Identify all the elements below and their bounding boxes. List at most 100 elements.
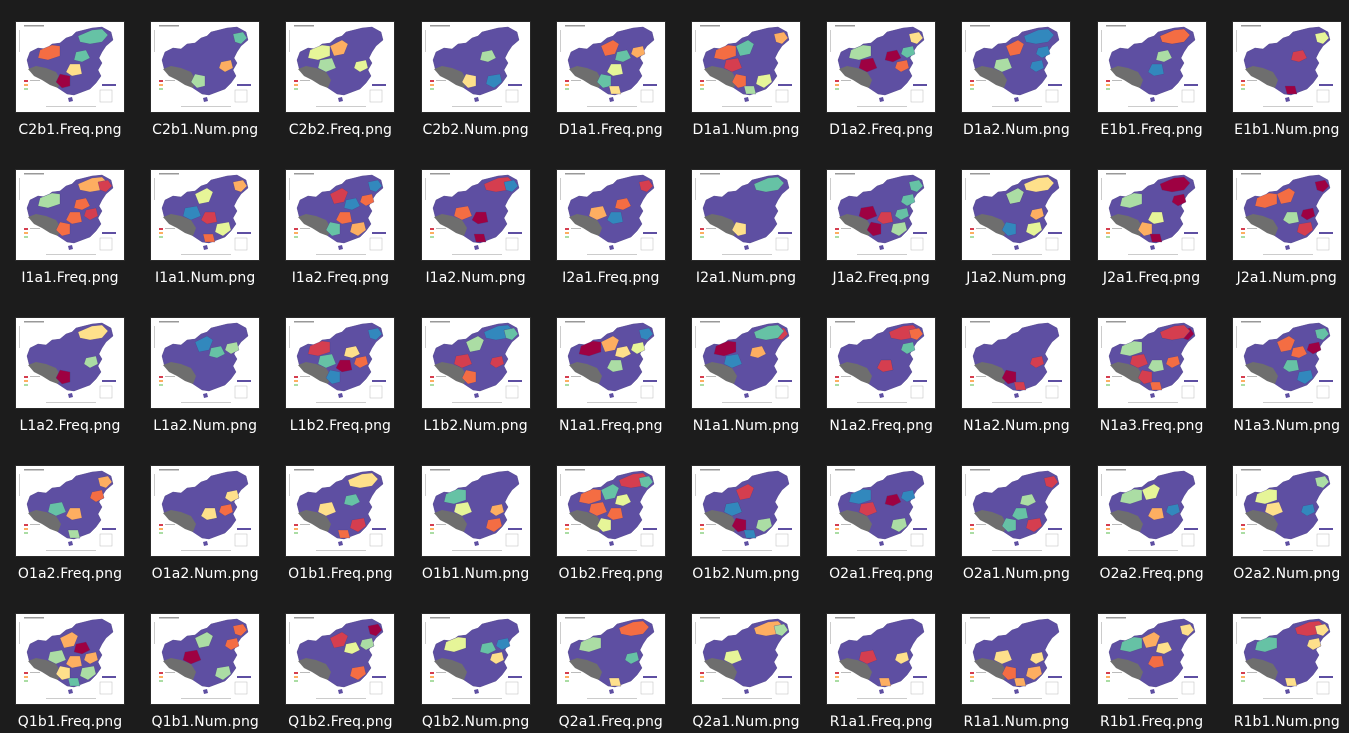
file-name-label[interactable]: N1a2.Freq.png bbox=[829, 418, 933, 434]
file-item[interactable]: I1a1.Num.png bbox=[139, 148, 271, 288]
file-thumbnail[interactable] bbox=[1097, 170, 1206, 260]
file-name-label[interactable]: O2a2.Freq.png bbox=[1099, 566, 1203, 582]
file-thumbnail[interactable] bbox=[1232, 170, 1341, 260]
file-thumbnail[interactable] bbox=[556, 614, 665, 704]
file-name-label[interactable]: O1b1.Num.png bbox=[422, 566, 529, 582]
file-item[interactable]: O1b2.Num.png bbox=[680, 444, 812, 584]
file-item[interactable]: C2b2.Freq.png bbox=[274, 0, 406, 140]
file-thumbnail[interactable] bbox=[16, 466, 124, 556]
file-name-label[interactable]: Q1b2.Num.png bbox=[422, 714, 529, 730]
file-name-label[interactable]: J1a2.Num.png bbox=[966, 270, 1066, 286]
file-thumbnail[interactable] bbox=[421, 466, 530, 556]
file-thumbnail[interactable] bbox=[692, 318, 800, 408]
file-item[interactable]: D1a2.Num.png bbox=[950, 0, 1082, 140]
file-thumbnail[interactable] bbox=[421, 22, 530, 112]
file-thumbnail[interactable] bbox=[421, 614, 530, 704]
file-name-label[interactable]: N1a1.Freq.png bbox=[559, 418, 663, 434]
file-name-label[interactable]: N1a1.Num.png bbox=[693, 418, 800, 434]
file-name-label[interactable]: N1a2.Num.png bbox=[963, 418, 1070, 434]
file-item[interactable]: R1b1.Num.png bbox=[1221, 592, 1349, 732]
file-name-label[interactable]: I1a2.Freq.png bbox=[292, 270, 389, 286]
file-item[interactable]: J1a2.Num.png bbox=[950, 148, 1082, 288]
file-name-label[interactable]: D1a1.Num.png bbox=[693, 122, 800, 138]
file-item[interactable]: I1a2.Freq.png bbox=[274, 148, 406, 288]
file-thumbnail[interactable] bbox=[827, 318, 936, 408]
file-item[interactable]: C2b2.Num.png bbox=[410, 0, 542, 140]
file-item[interactable]: O2a1.Freq.png bbox=[815, 444, 947, 584]
file-name-label[interactable]: O2a1.Freq.png bbox=[829, 566, 933, 582]
file-thumbnail[interactable] bbox=[692, 22, 800, 112]
file-name-label[interactable]: I1a1.Num.png bbox=[155, 270, 255, 286]
file-name-label[interactable]: R1a1.Freq.png bbox=[830, 714, 933, 730]
file-thumbnail[interactable] bbox=[286, 170, 395, 260]
file-name-label[interactable]: O1b2.Freq.png bbox=[559, 566, 664, 582]
file-name-label[interactable]: O2a1.Num.png bbox=[963, 566, 1070, 582]
file-thumbnail[interactable] bbox=[1232, 614, 1341, 704]
file-name-label[interactable]: O2a2.Num.png bbox=[1233, 566, 1340, 582]
file-item[interactable]: O2a2.Num.png bbox=[1221, 444, 1349, 584]
file-item[interactable]: N1a3.Num.png bbox=[1221, 296, 1349, 436]
file-thumbnail[interactable] bbox=[1097, 614, 1206, 704]
file-thumbnail[interactable] bbox=[556, 170, 665, 260]
file-name-label[interactable]: E1b1.Num.png bbox=[1234, 122, 1339, 138]
file-thumbnail[interactable] bbox=[1232, 22, 1341, 112]
file-thumbnail[interactable] bbox=[962, 466, 1071, 556]
file-thumbnail[interactable] bbox=[286, 466, 395, 556]
file-item[interactable]: N1a1.Num.png bbox=[680, 296, 812, 436]
file-item[interactable]: I1a2.Num.png bbox=[410, 148, 542, 288]
file-name-label[interactable]: Q1b1.Num.png bbox=[151, 714, 258, 730]
file-item[interactable]: O1a2.Num.png bbox=[139, 444, 271, 584]
file-name-label[interactable]: C2b1.Freq.png bbox=[18, 122, 121, 138]
file-item[interactable]: C2b1.Freq.png bbox=[4, 0, 136, 140]
file-thumbnail[interactable] bbox=[1232, 466, 1341, 556]
file-item[interactable]: E1b1.Num.png bbox=[1221, 0, 1349, 140]
file-item[interactable]: J2a1.Freq.png bbox=[1086, 148, 1218, 288]
file-thumbnail[interactable] bbox=[827, 170, 936, 260]
file-thumbnail[interactable] bbox=[16, 22, 124, 112]
file-item[interactable]: R1b1.Freq.png bbox=[1086, 592, 1218, 732]
file-name-label[interactable]: L1b2.Num.png bbox=[423, 418, 527, 434]
file-name-label[interactable]: R1b1.Num.png bbox=[1234, 714, 1340, 730]
file-name-label[interactable]: R1a1.Num.png bbox=[963, 714, 1069, 730]
file-item[interactable]: D1a1.Freq.png bbox=[545, 0, 677, 140]
file-name-label[interactable]: J2a1.Freq.png bbox=[1103, 270, 1200, 286]
file-thumbnail[interactable] bbox=[556, 318, 665, 408]
file-thumbnail[interactable] bbox=[1097, 466, 1206, 556]
file-name-label[interactable]: I2a1.Num.png bbox=[696, 270, 796, 286]
file-thumbnail[interactable] bbox=[827, 466, 936, 556]
file-item[interactable]: D1a1.Num.png bbox=[680, 0, 812, 140]
file-thumbnail[interactable] bbox=[827, 22, 936, 112]
file-thumbnail[interactable] bbox=[1097, 318, 1206, 408]
file-name-label[interactable]: Q2a1.Num.png bbox=[692, 714, 799, 730]
file-item[interactable]: N1a1.Freq.png bbox=[545, 296, 677, 436]
file-thumbnail[interactable] bbox=[16, 614, 124, 704]
file-name-label[interactable]: L1a2.Freq.png bbox=[19, 418, 120, 434]
file-name-label[interactable]: O1b1.Freq.png bbox=[288, 566, 393, 582]
file-thumbnail[interactable] bbox=[1097, 22, 1206, 112]
file-name-label[interactable]: D1a1.Freq.png bbox=[559, 122, 663, 138]
file-item[interactable]: E1b1.Freq.png bbox=[1086, 0, 1218, 140]
file-name-label[interactable]: Q2a1.Freq.png bbox=[559, 714, 663, 730]
file-name-label[interactable]: Q1b1.Freq.png bbox=[18, 714, 123, 730]
file-name-label[interactable]: N1a3.Freq.png bbox=[1100, 418, 1204, 434]
file-name-label[interactable]: D1a2.Num.png bbox=[963, 122, 1070, 138]
file-item[interactable]: L1b2.Freq.png bbox=[274, 296, 406, 436]
file-thumbnail[interactable] bbox=[692, 614, 800, 704]
file-thumbnail[interactable] bbox=[1232, 318, 1341, 408]
file-item[interactable]: O1b1.Freq.png bbox=[274, 444, 406, 584]
file-item[interactable]: J1a2.Freq.png bbox=[815, 148, 947, 288]
file-thumbnail[interactable] bbox=[556, 22, 665, 112]
file-item[interactable]: Q2a1.Freq.png bbox=[545, 592, 677, 732]
file-item[interactable]: O2a2.Freq.png bbox=[1086, 444, 1218, 584]
file-thumbnail[interactable] bbox=[151, 22, 260, 112]
file-thumbnail[interactable] bbox=[556, 466, 665, 556]
file-thumbnail[interactable] bbox=[151, 318, 260, 408]
file-thumbnail[interactable] bbox=[421, 318, 530, 408]
file-item[interactable]: L1a2.Freq.png bbox=[4, 296, 136, 436]
file-name-label[interactable]: C2b2.Num.png bbox=[422, 122, 528, 138]
file-name-label[interactable]: I1a2.Num.png bbox=[425, 270, 525, 286]
file-item[interactable]: Q1b1.Num.png bbox=[139, 592, 271, 732]
file-item[interactable]: C2b1.Num.png bbox=[139, 0, 271, 140]
file-item[interactable]: D1a2.Freq.png bbox=[815, 0, 947, 140]
file-item[interactable]: N1a2.Freq.png bbox=[815, 296, 947, 436]
